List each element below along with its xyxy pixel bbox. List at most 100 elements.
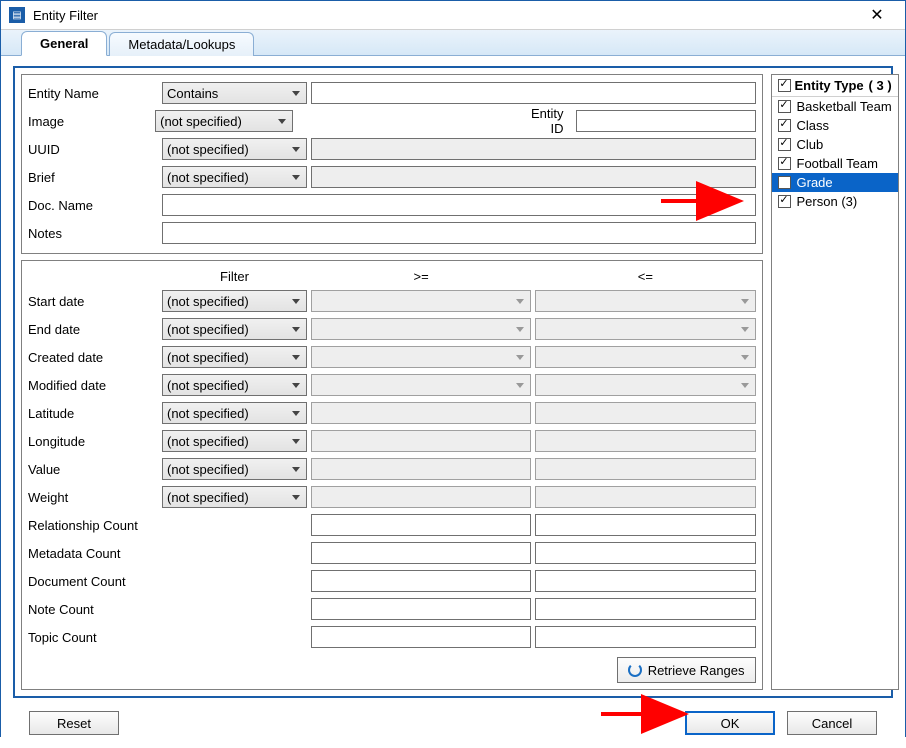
doc-name-label: Doc. Name	[28, 198, 158, 213]
doc-name-input[interactable]	[162, 194, 756, 216]
modified-date-ge[interactable]	[311, 374, 531, 396]
longitude-label: Longitude	[28, 434, 158, 449]
longitude-filter[interactable]: (not specified)	[162, 430, 307, 452]
start-date-ge[interactable]	[311, 290, 531, 312]
entity-type-count: ( 3 )	[869, 78, 892, 93]
uuid-label: UUID	[28, 142, 158, 157]
entity-type-checkbox[interactable]	[778, 138, 791, 151]
document-count-ge[interactable]	[311, 570, 531, 592]
refresh-icon	[628, 663, 642, 677]
document-count-label: Document Count	[28, 574, 158, 589]
retrieve-ranges-label: Retrieve Ranges	[648, 663, 745, 678]
end-date-label: End date	[28, 322, 158, 337]
relationship-count-le[interactable]	[535, 514, 755, 536]
entity-type-item-label: Grade	[797, 175, 833, 190]
retrieve-ranges-button[interactable]: Retrieve Ranges	[617, 657, 756, 683]
topic-count-label: Topic Count	[28, 630, 158, 645]
app-icon: ▤	[9, 7, 25, 23]
notes-input[interactable]	[162, 222, 756, 244]
entity-type-checkbox[interactable]	[778, 157, 791, 170]
start-date-label: Start date	[28, 294, 158, 309]
brief-combo[interactable]: (not specified)	[162, 166, 307, 188]
entity-type-checkbox[interactable]	[778, 119, 791, 132]
latitude-ge[interactable]	[311, 402, 531, 424]
modified-date-le[interactable]	[535, 374, 755, 396]
entity-name-label: Entity Name	[28, 86, 158, 101]
titlebar: ▤ Entity Filter ✕	[1, 1, 905, 30]
reset-button[interactable]: Reset	[29, 711, 119, 735]
brief-input[interactable]	[311, 166, 756, 188]
longitude-le[interactable]	[535, 430, 755, 452]
value-ge[interactable]	[311, 458, 531, 480]
entity-id-label: Entity ID	[297, 106, 572, 136]
image-combo[interactable]: (not specified)	[155, 110, 293, 132]
ranges-panel: Filter >= <= Start date (not specified) …	[21, 260, 763, 690]
brief-label: Brief	[28, 170, 158, 185]
created-date-filter[interactable]: (not specified)	[162, 346, 307, 368]
end-date-ge[interactable]	[311, 318, 531, 340]
entity-type-title: Entity Type	[795, 78, 869, 93]
document-count-le[interactable]	[535, 570, 755, 592]
value-label: Value	[28, 462, 158, 477]
note-count-le[interactable]	[535, 598, 755, 620]
metadata-count-le[interactable]	[535, 542, 755, 564]
uuid-combo[interactable]: (not specified)	[162, 138, 307, 160]
value-le[interactable]	[535, 458, 755, 480]
entity-name-input[interactable]	[311, 82, 756, 104]
created-date-le[interactable]	[535, 346, 755, 368]
entity-type-item[interactable]: Club	[772, 135, 898, 154]
ge-header: >=	[311, 269, 531, 284]
tab-general[interactable]: General	[21, 31, 107, 56]
entity-name-combo[interactable]: Contains	[162, 82, 307, 104]
relationship-count-ge[interactable]	[311, 514, 531, 536]
note-count-ge[interactable]	[311, 598, 531, 620]
end-date-filter[interactable]: (not specified)	[162, 318, 307, 340]
start-date-le[interactable]	[535, 290, 755, 312]
entity-type-item-label: Football Team	[797, 156, 878, 171]
entity-type-checkbox[interactable]	[778, 176, 791, 189]
upper-panel: Entity Name Contains Image (not specifie…	[21, 74, 763, 254]
entity-type-item[interactable]: Football Team	[772, 154, 898, 173]
metadata-count-label: Metadata Count	[28, 546, 158, 561]
close-button[interactable]: ✕	[857, 1, 897, 29]
entity-type-item-label: Basketball Team	[797, 99, 892, 114]
le-header: <=	[535, 269, 755, 284]
ok-button[interactable]: OK	[685, 711, 775, 735]
entity-type-all-checkbox[interactable]	[778, 79, 791, 92]
metadata-count-ge[interactable]	[311, 542, 531, 564]
weight-le[interactable]	[535, 486, 755, 508]
entity-type-item[interactable]: Grade	[772, 173, 898, 192]
start-date-filter[interactable]: (not specified)	[162, 290, 307, 312]
created-date-label: Created date	[28, 350, 158, 365]
entity-id-input[interactable]	[576, 110, 756, 132]
entity-type-panel: Entity Type ( 3 ) Basketball Team Class Cl…	[771, 74, 899, 690]
end-date-le[interactable]	[535, 318, 755, 340]
entity-type-item-label: Class	[797, 118, 830, 133]
created-date-ge[interactable]	[311, 346, 531, 368]
cancel-button[interactable]: Cancel	[787, 711, 877, 735]
latitude-le[interactable]	[535, 402, 755, 424]
entity-type-item[interactable]: Basketball Team	[772, 97, 898, 116]
tab-bar: General Metadata/Lookups	[1, 30, 905, 56]
filter-header: Filter	[162, 269, 307, 284]
latitude-label: Latitude	[28, 406, 158, 421]
entity-type-checkbox[interactable]	[778, 195, 791, 208]
value-filter[interactable]: (not specified)	[162, 458, 307, 480]
weight-label: Weight	[28, 490, 158, 505]
note-count-label: Note Count	[28, 602, 158, 617]
entity-type-item-label: Club	[797, 137, 824, 152]
entity-type-item[interactable]: Class	[772, 116, 898, 135]
tab-metadata-lookups[interactable]: Metadata/Lookups	[109, 32, 254, 56]
entity-type-item-label: Person (3)	[797, 194, 858, 209]
entity-type-item[interactable]: Person (3)	[772, 192, 898, 211]
modified-date-filter[interactable]: (not specified)	[162, 374, 307, 396]
topic-count-ge[interactable]	[311, 626, 531, 648]
entity-type-checkbox[interactable]	[778, 100, 791, 113]
window-title: Entity Filter	[33, 8, 857, 23]
uuid-input[interactable]	[311, 138, 756, 160]
latitude-filter[interactable]: (not specified)	[162, 402, 307, 424]
weight-ge[interactable]	[311, 486, 531, 508]
weight-filter[interactable]: (not specified)	[162, 486, 307, 508]
topic-count-le[interactable]	[535, 626, 755, 648]
longitude-ge[interactable]	[311, 430, 531, 452]
